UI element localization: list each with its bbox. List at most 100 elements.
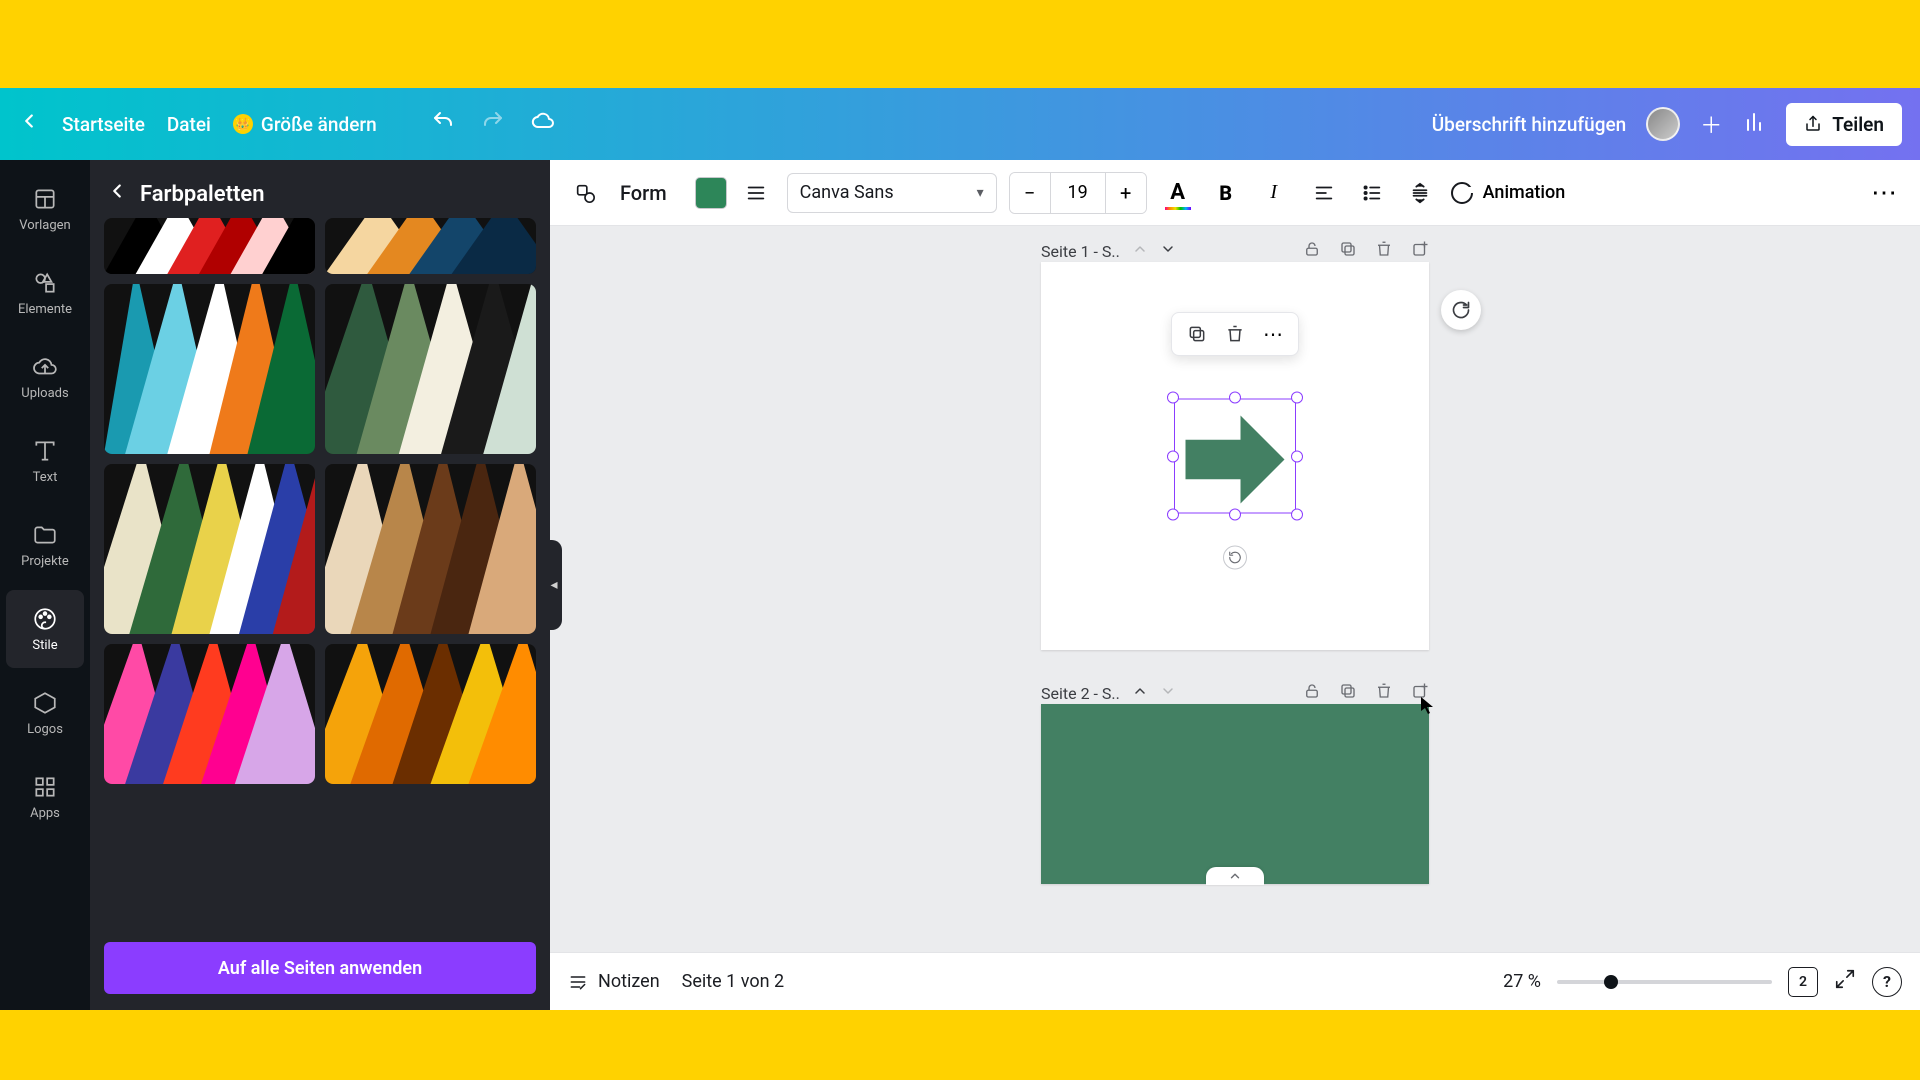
resize-handle[interactable]: [1167, 392, 1179, 404]
form-label[interactable]: Form: [620, 181, 667, 205]
insights-icon[interactable]: [1742, 110, 1766, 139]
bold-icon[interactable]: B: [1207, 174, 1245, 212]
canvas[interactable]: Seite 1 - S..: [550, 226, 1920, 952]
spacing-icon[interactable]: [1401, 174, 1439, 212]
nav-elements[interactable]: Elemente: [0, 254, 90, 332]
share-label: Teilen: [1832, 113, 1884, 136]
fill-color-swatch[interactable]: [695, 177, 727, 209]
page-up-icon[interactable]: [1132, 241, 1148, 261]
resize-label: Größe ändern: [261, 113, 377, 136]
lock-icon[interactable]: [1303, 682, 1321, 704]
palette-item[interactable]: [104, 284, 315, 454]
page-info[interactable]: Seite 1 von 2: [682, 971, 784, 992]
zoom-slider[interactable]: [1557, 980, 1772, 984]
resize-handle[interactable]: [1167, 450, 1179, 462]
page-up-icon[interactable]: [1132, 683, 1148, 703]
cursor-icon: [1420, 696, 1434, 716]
side-panel: Farbpaletten: [90, 160, 550, 1010]
mini-duplicate-icon[interactable]: [1180, 319, 1214, 349]
fullscreen-icon[interactable]: [1834, 968, 1856, 995]
palette-item[interactable]: [104, 218, 315, 274]
home-link[interactable]: Startseite: [62, 113, 145, 136]
resize-handle[interactable]: [1291, 509, 1303, 521]
shape-tool-icon[interactable]: [566, 174, 604, 212]
page2[interactable]: [1041, 704, 1429, 884]
palette-item[interactable]: [325, 644, 536, 784]
palette-item[interactable]: [104, 644, 315, 784]
mini-delete-icon[interactable]: [1218, 319, 1252, 349]
zoom-thumb[interactable]: [1604, 975, 1618, 989]
zoom-value[interactable]: 27 %: [1503, 971, 1541, 992]
nav-logos[interactable]: Logos: [0, 674, 90, 752]
align-icon[interactable]: [1305, 174, 1343, 212]
nav-uploads-label: Uploads: [21, 386, 68, 401]
arrow-shape[interactable]: [1180, 405, 1290, 515]
page-expand-icon[interactable]: [1206, 867, 1264, 885]
cloud-sync-icon[interactable]: [531, 109, 555, 139]
notes-icon[interactable]: Notizen: [568, 971, 660, 992]
rotate-handle[interactable]: [1223, 546, 1247, 570]
palette-item[interactable]: [325, 284, 536, 454]
share-button[interactable]: Teilen: [1786, 103, 1902, 146]
page2-label[interactable]: Seite 2 - S..: [1041, 684, 1120, 703]
font-size-decrease[interactable]: −: [1010, 173, 1050, 213]
add-collaborator-icon[interactable]: ＋: [1700, 108, 1722, 140]
page-grid-icon[interactable]: 2: [1788, 967, 1818, 997]
animation-button[interactable]: Animation: [1451, 182, 1566, 204]
palette-item[interactable]: [325, 464, 536, 634]
nav-logos-label: Logos: [27, 722, 63, 737]
font-family-select[interactable]: Canva Sans ▾: [787, 173, 997, 213]
palette-item[interactable]: [104, 464, 315, 634]
resize-handle[interactable]: [1291, 392, 1303, 404]
page-down-icon[interactable]: [1160, 683, 1176, 703]
apply-all-pages-button[interactable]: Auf alle Seiten anwenden: [104, 942, 536, 994]
vertical-nav: Vorlagen Elemente Uploads Text Projekte …: [0, 160, 90, 1010]
panel-back-icon[interactable]: [106, 180, 128, 208]
selected-element[interactable]: [1174, 399, 1296, 514]
element-mini-toolbar: ⋯: [1171, 312, 1299, 356]
nav-templates[interactable]: Vorlagen: [0, 170, 90, 248]
back-home-icon[interactable]: [18, 110, 40, 138]
regenerate-icon[interactable]: [1441, 290, 1481, 330]
italic-icon[interactable]: I: [1255, 174, 1293, 212]
resize-button[interactable]: 👑 Größe ändern: [233, 113, 377, 136]
border-style-icon[interactable]: [737, 174, 775, 212]
add-page-icon[interactable]: [1411, 240, 1429, 262]
page-down-icon[interactable]: [1160, 241, 1176, 261]
palette-item[interactable]: [325, 218, 536, 274]
resize-handle[interactable]: [1291, 450, 1303, 462]
duplicate-icon[interactable]: [1339, 682, 1357, 704]
page1-label[interactable]: Seite 1 - S..: [1041, 242, 1120, 261]
apply-label: Auf alle Seiten anwenden: [218, 958, 422, 979]
panel-title: Farbpaletten: [140, 182, 265, 207]
text-color-icon[interactable]: A: [1159, 174, 1197, 212]
lock-icon[interactable]: [1303, 240, 1321, 262]
delete-icon[interactable]: [1375, 240, 1393, 262]
app-topbar: Startseite Datei 👑 Größe ändern Überschr…: [0, 88, 1920, 160]
nav-uploads[interactable]: Uploads: [0, 338, 90, 416]
mini-more-icon[interactable]: ⋯: [1256, 319, 1290, 349]
animation-icon: [1451, 182, 1473, 204]
nav-projects[interactable]: Projekte: [0, 506, 90, 584]
list-icon[interactable]: [1353, 174, 1391, 212]
resize-handle[interactable]: [1167, 509, 1179, 521]
duplicate-icon[interactable]: [1339, 240, 1357, 262]
nav-templates-label: Vorlagen: [19, 218, 70, 233]
file-menu[interactable]: Datei: [167, 113, 211, 136]
font-name: Canva Sans: [800, 182, 894, 203]
resize-handle[interactable]: [1229, 392, 1241, 404]
more-icon[interactable]: ⋯: [1866, 174, 1904, 212]
undo-icon[interactable]: [431, 109, 455, 139]
nav-styles[interactable]: Stile: [6, 590, 84, 668]
nav-text[interactable]: Text: [0, 422, 90, 500]
page1[interactable]: ⋯: [1041, 262, 1429, 650]
redo-icon[interactable]: [481, 109, 505, 139]
nav-elements-label: Elemente: [18, 302, 72, 317]
font-size-input[interactable]: [1050, 173, 1106, 213]
document-title[interactable]: Überschrift hinzufügen: [1432, 113, 1626, 136]
avatar[interactable]: [1646, 107, 1680, 141]
font-size-increase[interactable]: +: [1106, 173, 1146, 213]
delete-icon[interactable]: [1375, 682, 1393, 704]
nav-apps[interactable]: Apps: [0, 758, 90, 836]
help-icon[interactable]: ?: [1872, 967, 1902, 997]
